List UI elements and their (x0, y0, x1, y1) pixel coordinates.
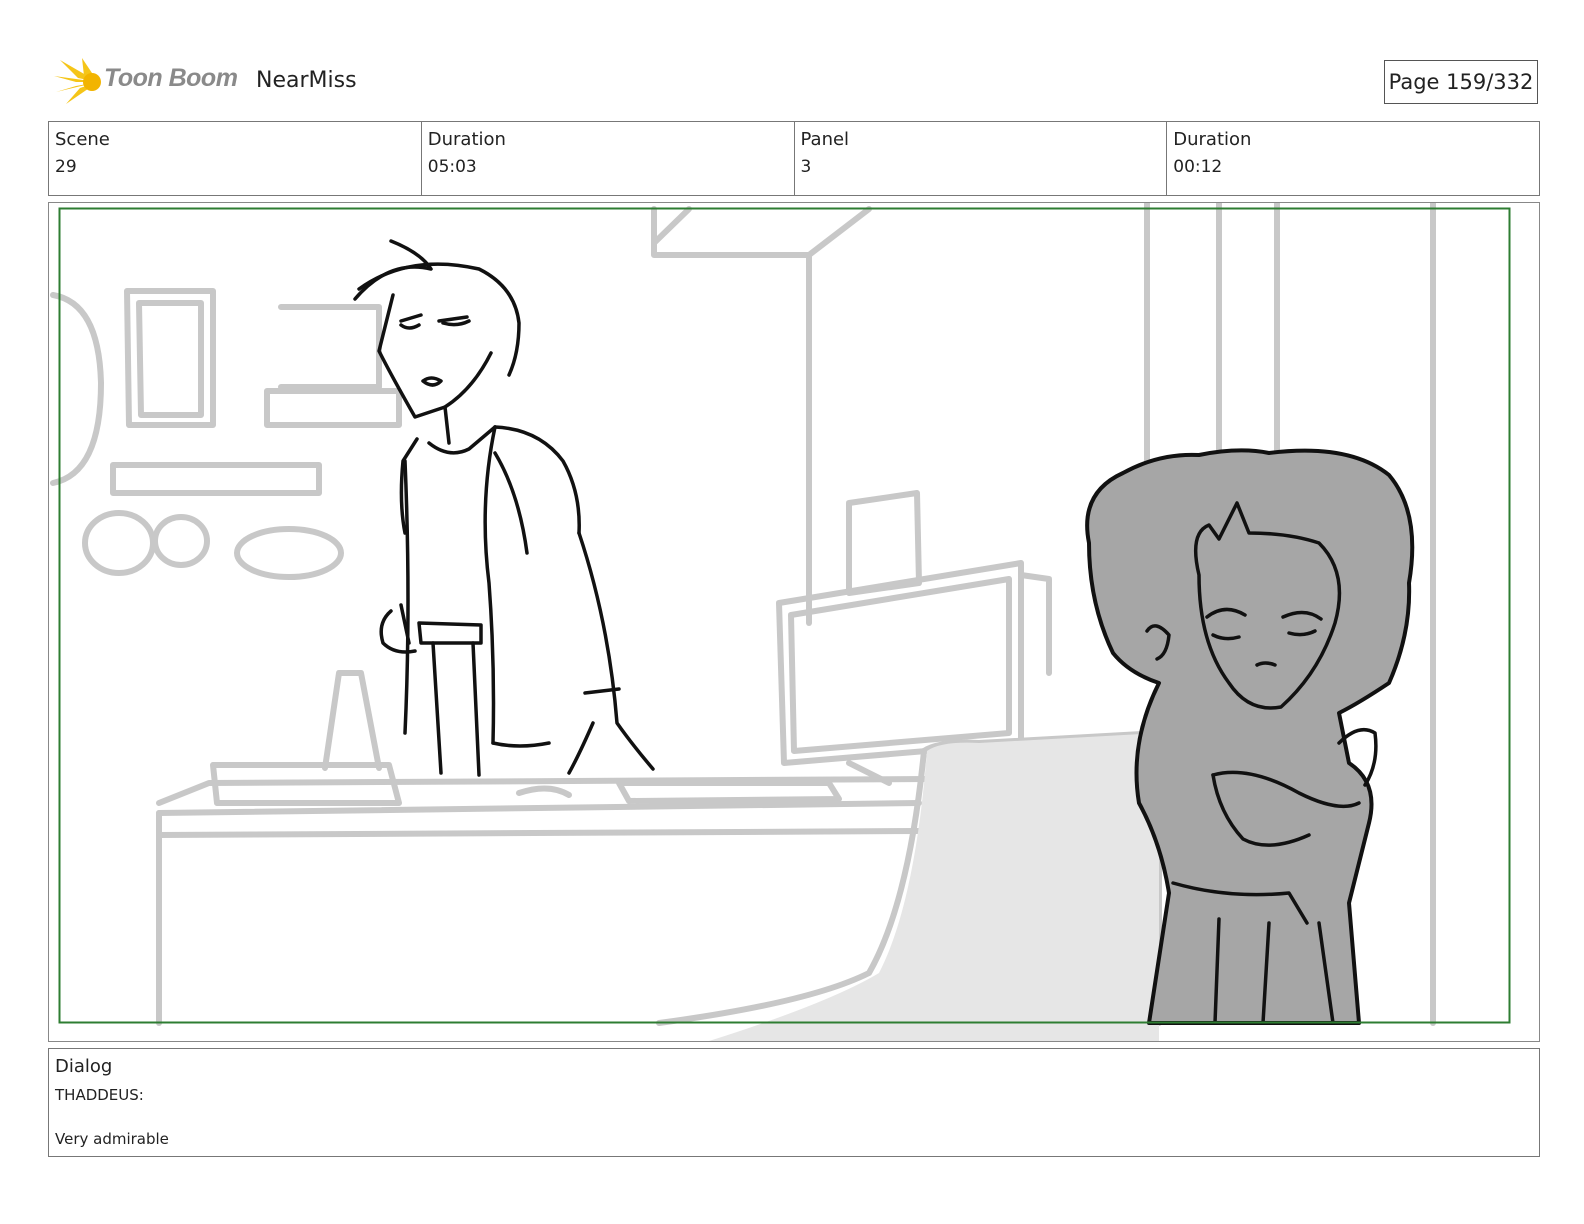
project-title: NearMiss (256, 68, 357, 93)
logo-text: Toon Boom (104, 64, 238, 92)
dialog-box: Dialog THADDEUS: Very admirable (48, 1048, 1540, 1157)
scene-duration-label: Duration (427, 129, 506, 150)
panel-value: 3 (800, 157, 812, 177)
dialog-speaker: THADDEUS: (55, 1086, 144, 1104)
panel-label: Panel (800, 129, 850, 150)
toon-boom-logo: Toon Boom (52, 56, 242, 108)
panel-duration-cell: Duration 00:12 (1167, 122, 1539, 195)
man-character (353, 239, 655, 777)
panel-info-table: Scene 29 Duration 05:03 Panel 3 Duration… (48, 121, 1540, 196)
starburst-icon (54, 58, 101, 104)
panel-duration-label: Duration (1173, 129, 1252, 150)
scene-label: Scene (55, 129, 110, 150)
scene-value: 29 (55, 157, 77, 177)
storyboard-panel (48, 202, 1540, 1042)
dialog-line: Very admirable (55, 1130, 169, 1148)
page-number: Page 159/332 (1384, 60, 1538, 104)
sketch-drawing (50, 203, 1511, 1041)
panel-cell: Panel 3 (795, 122, 1168, 195)
panel-duration-value: 00:12 (1173, 157, 1223, 177)
scene-duration-value: 05:03 (427, 157, 477, 177)
scene-duration-cell: Duration 05:03 (422, 122, 795, 195)
scene-cell: Scene 29 (49, 122, 422, 195)
dialog-heading: Dialog (55, 1056, 113, 1077)
